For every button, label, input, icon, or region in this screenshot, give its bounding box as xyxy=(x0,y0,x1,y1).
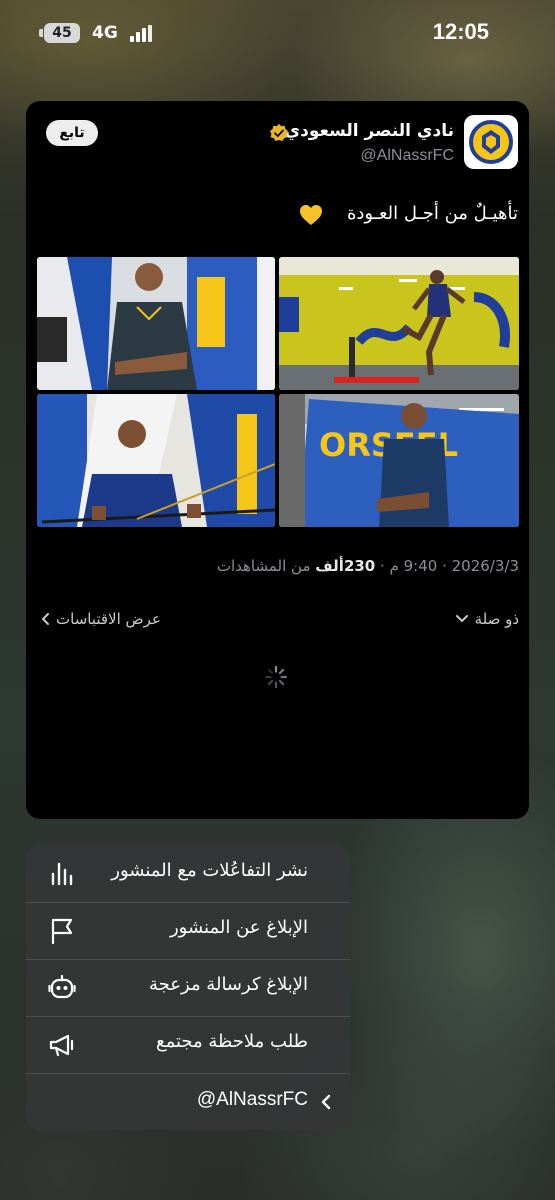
menu-item-report-post[interactable]: الإبلاغ عن المنشور xyxy=(26,902,350,960)
menu-item-label: طلب ملاحظة مجتمع xyxy=(155,1031,308,1052)
clock: 12:05 xyxy=(432,19,489,44)
author-handle[interactable]: @AlNassrFC xyxy=(360,147,454,165)
verified-badge-icon xyxy=(270,124,288,141)
menu-item-label: الإبلاغ عن المنشور xyxy=(169,917,308,938)
context-menu: نشر التفاعُلات مع المنشور الإبلاغ عن الم… xyxy=(26,845,350,1130)
sort-label: ذو صلة xyxy=(474,610,519,628)
views-count: 230ألف xyxy=(315,557,376,575)
post-text: تأهيـلٌ من أجـل العـودة xyxy=(346,203,518,224)
robot-icon xyxy=(48,974,76,999)
menu-item-account[interactable]: @AlNassrFC xyxy=(26,1073,350,1130)
training-photo-arms-crossed[interactable] xyxy=(37,257,275,390)
bar-chart-icon xyxy=(51,862,73,886)
follow-button[interactable]: تابع xyxy=(46,120,98,146)
alnassr-logo-icon xyxy=(469,120,513,164)
chevron-down-icon xyxy=(455,615,468,623)
views-label: من المشاهدات xyxy=(216,557,311,575)
author-name[interactable]: نادي النصر السعودي xyxy=(285,121,454,141)
training-photo-stand[interactable]: ORSEEL xyxy=(279,394,519,527)
menu-item-label: نشر التفاعُلات مع المنشور xyxy=(111,860,308,881)
signal-icon xyxy=(130,25,156,42)
view-quotes-link[interactable]: عرض الاقتباسات xyxy=(40,610,161,628)
status-bar: 45 4G 12:05 xyxy=(0,0,555,70)
menu-item-report-spam[interactable]: الإبلاغ كرسالة مزعجة xyxy=(26,959,350,1017)
yellow-heart-icon xyxy=(300,205,322,225)
menu-item-community-note[interactable]: طلب ملاحظة مجتمع xyxy=(26,1016,350,1074)
quotes-label: عرض الاقتباسات xyxy=(56,610,161,628)
battery-indicator: 45 xyxy=(44,23,80,43)
network-type: 4G xyxy=(92,23,118,43)
post-meta: 2026/3/3 · 9:40 م · 230ألف من المشاهدات xyxy=(216,557,519,575)
chevron-left-icon xyxy=(321,1094,331,1110)
chevron-left-icon xyxy=(41,613,49,625)
menu-item-label: الإبلاغ كرسالة مزعجة xyxy=(149,974,308,995)
sort-dropdown[interactable]: ذو صلة xyxy=(455,610,519,628)
account-handle: @AlNassrFC xyxy=(196,1089,308,1110)
flag-icon xyxy=(51,918,73,945)
loading-spinner-icon xyxy=(264,665,288,689)
training-photo-pole[interactable] xyxy=(37,394,275,527)
training-photo-jump[interactable] xyxy=(279,257,519,390)
avatar[interactable] xyxy=(464,115,518,169)
post-time: 9:40 م xyxy=(389,557,438,575)
post-date: 2026/3/3 xyxy=(451,557,519,575)
megaphone-icon xyxy=(49,1034,74,1057)
battery-nub xyxy=(39,29,43,37)
menu-item-post-engagements[interactable]: نشر التفاعُلات مع المنشور xyxy=(26,845,350,903)
